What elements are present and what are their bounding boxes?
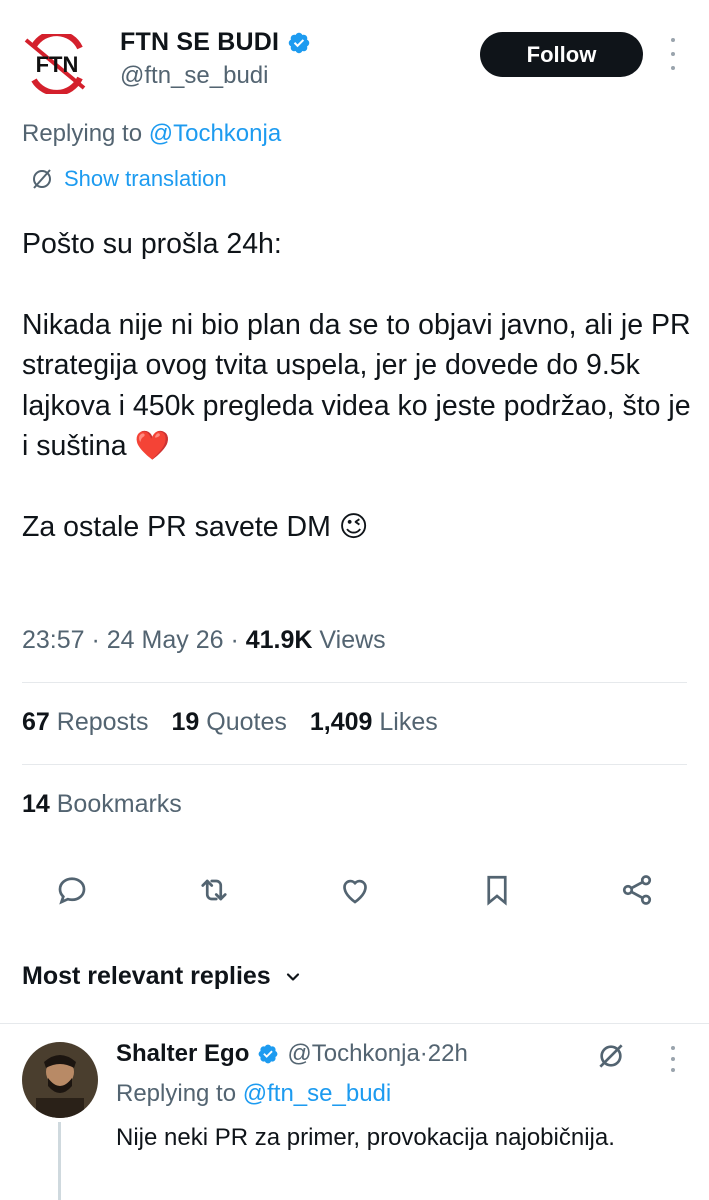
chevron-down-icon <box>286 972 299 981</box>
reply-time[interactable]: 22h <box>428 1040 468 1068</box>
logo-text: FTN <box>36 52 79 77</box>
reply-more-options-icon[interactable] <box>668 1046 678 1072</box>
replying-to-handle-link[interactable]: @Tochkonja <box>149 120 281 147</box>
reply-author-handle[interactable]: @Tochkonja <box>287 1040 419 1068</box>
reply-card[interactable]: Shalter Ego @Tochkonja · 22h Replying to… <box>0 1023 709 1200</box>
reply-avatar[interactable] <box>22 1042 98 1118</box>
quotes-stat[interactable]: 19 Quotes <box>171 708 286 737</box>
tweet-line-1: Pošto su prošla 24h: <box>22 228 282 260</box>
reply-replying-to: Replying to @ftn_se_budi <box>116 1080 392 1107</box>
like-button[interactable] <box>330 865 380 915</box>
action-bar <box>0 865 709 915</box>
reposts-stat[interactable]: 67 Reposts <box>22 708 148 737</box>
tweet-paragraph-3: Za ostale PR savete DM 😉 <box>22 510 369 543</box>
tweet-text: Pošto su prošla 24h: Nikada nije ni bio … <box>22 224 702 547</box>
divider <box>22 764 687 765</box>
tweet-paragraph-2: Nikada nije ni bio plan da se to objavi … <box>22 308 691 463</box>
reply-replying-to-handle-link[interactable]: @ftn_se_budi <box>243 1080 391 1107</box>
reply-author-name[interactable]: Shalter Ego <box>116 1040 249 1068</box>
views-label: Views <box>312 626 386 654</box>
verified-badge-icon <box>258 1044 278 1064</box>
more-options-icon[interactable] <box>665 38 681 70</box>
author-display-name[interactable]: FTN SE BUDI <box>120 28 311 57</box>
engagement-stats: 67 Reposts 19 Quotes 1,409 Likes <box>22 708 461 737</box>
repost-button[interactable] <box>189 865 239 915</box>
bookmarks-stat[interactable]: 14 Bookmarks <box>22 790 182 819</box>
likes-stat[interactable]: 1,409 Likes <box>310 708 438 737</box>
bookmark-button[interactable] <box>472 865 522 915</box>
translate-icon[interactable] <box>595 1040 627 1072</box>
author-handle[interactable]: @ftn_se_budi <box>120 62 268 90</box>
reply-text: Nije neki PR za primer, provokacija najo… <box>116 1124 615 1151</box>
bookmark-icon <box>487 875 507 906</box>
show-translation-button[interactable]: Show translation <box>30 166 227 192</box>
author-avatar[interactable]: FTN <box>22 30 92 96</box>
thread-line <box>58 1122 61 1200</box>
reply-header: Shalter Ego @Tochkonja · 22h <box>116 1040 468 1068</box>
like-icon <box>343 879 367 904</box>
translate-icon <box>33 169 51 189</box>
views-count: 41.9K <box>245 626 313 654</box>
tweet-meta: 23:57 · 24 May 26 · 41.9K Views <box>22 626 386 654</box>
follow-button[interactable]: Follow <box>480 32 643 77</box>
share-button[interactable] <box>612 865 662 915</box>
tweet-date[interactable]: 24 May 26 <box>107 626 224 654</box>
replies-sort-dropdown[interactable]: Most relevant replies <box>22 962 303 991</box>
replying-to: Replying to @Tochkonja <box>22 120 282 147</box>
verified-badge-icon <box>288 32 310 53</box>
repost-icon <box>201 879 227 901</box>
divider <box>22 682 687 683</box>
reply-icon <box>58 877 86 905</box>
reply-button[interactable] <box>47 865 97 915</box>
tweet-time[interactable]: 23:57 <box>22 626 85 654</box>
share-icon <box>622 875 652 905</box>
tweet-header: FTN FTN SE BUDI @ftn_se_budi Follow <box>0 0 709 110</box>
